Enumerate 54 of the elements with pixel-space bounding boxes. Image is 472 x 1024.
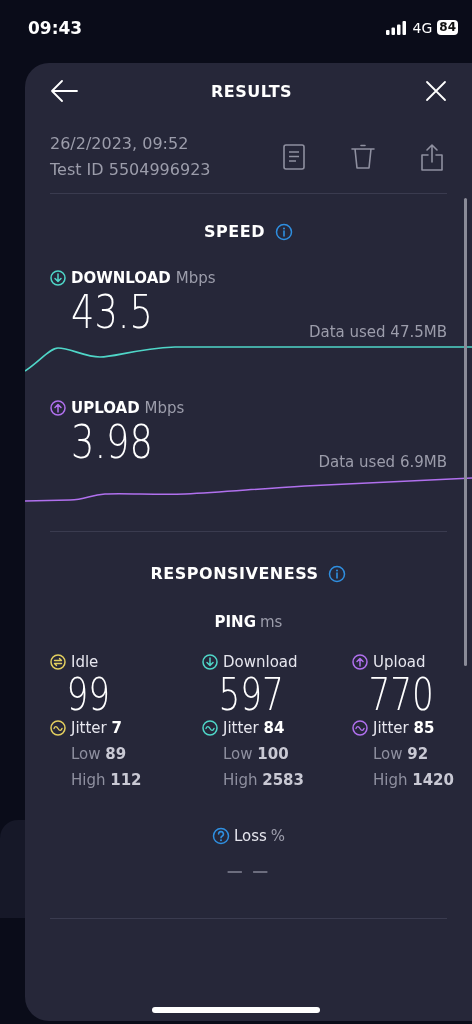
share-icon[interactable] <box>421 143 443 171</box>
scrollbar[interactable] <box>464 198 467 666</box>
unit-label: Mbps <box>175 269 216 287</box>
ping-type-label: Upload <box>373 653 426 671</box>
clock-time: 09:43 <box>28 17 83 38</box>
metric-label: DOWNLOAD <box>71 269 171 287</box>
info-icon[interactable] <box>274 222 293 241</box>
section-title: SPEED <box>204 222 265 241</box>
loss-label: Loss <box>233 827 267 845</box>
section-title: RESPONSIVENESS <box>150 564 319 583</box>
unit-label: Mbps <box>144 399 185 417</box>
arrow-up-icon <box>352 654 368 670</box>
unit-label: % <box>270 827 286 845</box>
data-used-text: Data used 6.9MB <box>318 453 447 471</box>
speed-value: 43.5 <box>71 287 153 337</box>
wave-icon <box>352 720 368 736</box>
high-text: High 2583 <box>222 771 305 789</box>
ping-value: 597 <box>217 671 284 719</box>
ping-type-label: Idle <box>71 653 99 671</box>
back-arrow-icon[interactable] <box>50 80 78 102</box>
ping-value: 770 <box>367 671 434 719</box>
low-text: Low 100 <box>222 745 290 763</box>
high-text: High 1420 <box>372 771 455 789</box>
trash-icon[interactable] <box>351 144 375 170</box>
swap-arrows-icon <box>50 654 66 670</box>
ping-label: PING <box>214 613 256 631</box>
signal-icon <box>385 20 408 35</box>
unit-label: ms <box>260 613 283 631</box>
low-text: Low 89 <box>70 745 128 763</box>
wave-icon <box>202 720 218 736</box>
info-icon[interactable] <box>328 564 347 583</box>
low-text: Low 92 <box>372 745 430 763</box>
close-icon[interactable] <box>425 80 447 102</box>
screen-title: RESULTS <box>210 81 293 101</box>
battery-percentage: 84 <box>439 20 456 35</box>
jitter-text: Jitter 85 <box>373 719 435 737</box>
ping-type-label: Download <box>223 653 298 671</box>
arrow-up-icon <box>50 400 66 416</box>
metric-label: UPLOAD <box>71 399 140 417</box>
test-date: 26/2/2023, 09:52 <box>50 133 190 155</box>
test-id: Test ID 5504996923 <box>50 159 211 181</box>
data-used-text: Data used 47.5MB <box>308 323 447 341</box>
arrow-down-icon <box>50 270 66 286</box>
wave-icon <box>50 720 66 736</box>
jitter-text: Jitter 7 <box>71 719 122 737</box>
speed-value: 3.98 <box>71 417 153 467</box>
ping-value: 99 <box>65 671 111 719</box>
high-text: High 112 <box>70 771 143 789</box>
document-icon[interactable] <box>283 144 305 170</box>
help-icon[interactable] <box>211 827 230 845</box>
network-type: 4G <box>412 19 433 36</box>
arrow-down-icon <box>202 654 218 670</box>
jitter-text: Jitter 84 <box>223 719 285 737</box>
loss-value: — — <box>225 861 272 880</box>
